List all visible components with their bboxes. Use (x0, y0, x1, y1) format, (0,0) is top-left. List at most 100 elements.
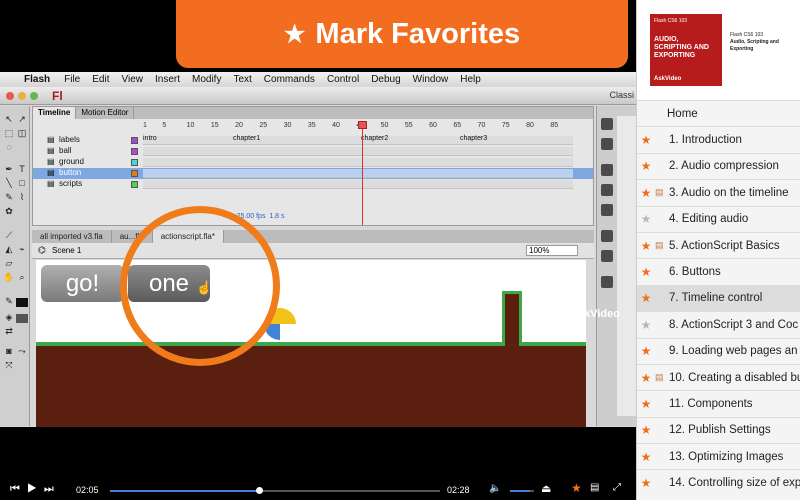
menu-edit[interactable]: Edit (92, 74, 109, 85)
stroke-swatch[interactable] (16, 298, 28, 307)
stage-go-button[interactable]: go! (41, 265, 124, 302)
zoom-select[interactable]: 100% (526, 245, 578, 256)
info-icon[interactable] (601, 184, 613, 196)
lesson-item[interactable]: ★ 12. Publish Settings (637, 416, 800, 443)
lesson-item[interactable]: ★ 13. Optimizing Images (637, 443, 800, 469)
fill-color-icon[interactable]: ◈ (3, 312, 15, 323)
pen-tool-icon[interactable]: ✒ (3, 164, 15, 175)
layer-frames[interactable] (143, 169, 573, 178)
lesson-item[interactable]: ★ 7. Timeline control (637, 284, 800, 312)
lesson-item[interactable]: ★ 8. ActionScript 3 and Coc (637, 311, 800, 337)
playhead-handle[interactable] (358, 121, 367, 129)
airplay-icon[interactable]: ⏏ (541, 482, 551, 495)
align-icon[interactable] (601, 164, 613, 176)
transform-icon[interactable] (601, 204, 613, 216)
close-window-button[interactable] (6, 92, 14, 100)
favorite-star-icon[interactable]: ★ (637, 397, 655, 411)
layer-frames[interactable] (143, 158, 573, 167)
frame-label[interactable]: intro (143, 135, 157, 142)
layer-name[interactable]: ground (59, 157, 84, 166)
zoom-tool-icon[interactable]: ⌕ (16, 272, 28, 283)
line-tool-icon[interactable]: ╲ (3, 178, 15, 189)
frame-label[interactable]: chapter1 (233, 135, 260, 142)
app-menu[interactable]: Flash (24, 74, 50, 85)
layer-row[interactable]: ▤ button (33, 168, 593, 179)
favorite-star-icon[interactable]: ★ (637, 212, 655, 226)
lesson-item[interactable]: ★ 11. Components (637, 390, 800, 416)
layer-color-swatch[interactable] (131, 137, 138, 144)
menu-window[interactable]: Window (413, 74, 449, 85)
lesson-item[interactable]: ★ 9. Loading web pages an (637, 337, 800, 364)
eyedropper-tool-icon[interactable]: ⌁ (16, 244, 28, 255)
attachment-icon[interactable]: ▤ (655, 240, 667, 251)
snap-magnet-icon[interactable]: ◙ (3, 346, 15, 357)
frame-label[interactable]: chapter2 (361, 135, 388, 142)
smooth-icon[interactable]: ⤳ (16, 346, 28, 357)
menu-insert[interactable]: Insert (155, 74, 180, 85)
deco-tool-icon[interactable]: ✿ (3, 206, 15, 217)
lesson-item[interactable]: ★ 2. Audio compression (637, 152, 800, 179)
lesson-item[interactable]: ★ 6. Buttons (637, 258, 800, 284)
minimize-window-button[interactable] (18, 92, 26, 100)
lasso-tool-icon[interactable]: ◌ (3, 142, 15, 153)
layer-row[interactable]: ▤ scripts (33, 179, 593, 190)
document-icon[interactable]: ▤ (590, 482, 599, 493)
layer-color-swatch[interactable] (131, 170, 138, 177)
brush-tool-icon[interactable]: ⌇ (16, 192, 28, 203)
library-icon[interactable] (601, 138, 613, 150)
layer-color-swatch[interactable] (131, 148, 138, 155)
lesson-item[interactable]: ★ 1. Introduction (637, 126, 800, 152)
layer-row[interactable]: ▤ ball (33, 146, 593, 157)
layer-name[interactable]: button (59, 168, 81, 177)
swap-colors-icon[interactable]: ⇄ (3, 326, 15, 337)
layer-name[interactable]: ball (59, 146, 71, 155)
menu-help[interactable]: Help (460, 74, 481, 85)
rectangle-tool-icon[interactable]: □ (16, 178, 28, 189)
attachment-icon[interactable]: ▤ (655, 187, 667, 198)
menu-control[interactable]: Control (327, 74, 359, 85)
favorite-star-icon[interactable]: ★ (637, 291, 655, 305)
layer-color-swatch[interactable] (131, 159, 138, 166)
favorite-star-icon[interactable]: ★ (637, 133, 655, 147)
layer-frames[interactable] (143, 147, 573, 156)
layer-name[interactable]: scripts (59, 179, 82, 188)
play-controls[interactable]: ⏮ ▶ ⏭ (10, 483, 56, 496)
menu-view[interactable]: View (121, 74, 143, 85)
lesson-item[interactable]: ★ 14. Controlling size of exp (637, 469, 800, 495)
favorite-star-icon[interactable]: ★ (637, 371, 655, 385)
menu-commands[interactable]: Commands (264, 74, 315, 85)
zoom-window-button[interactable] (30, 92, 38, 100)
layer-name[interactable]: labels (59, 135, 80, 144)
menu-modify[interactable]: Modify (192, 74, 221, 85)
frame-label[interactable]: chapter3 (460, 135, 487, 142)
swatches-icon[interactable] (601, 250, 613, 262)
fill-swatch[interactable] (16, 314, 28, 323)
favorite-star-icon[interactable]: ★ (637, 476, 655, 490)
eraser-tool-icon[interactable]: ▱ (3, 258, 15, 269)
lesson-item[interactable]: ★ ▤ 5. ActionScript Basics (637, 231, 800, 258)
progress-bar[interactable] (110, 487, 440, 494)
video-player[interactable]: Flash File Edit View Insert Modify Text … (0, 0, 636, 500)
layer-row[interactable]: ▤ ground (33, 157, 593, 168)
paint-bucket-tool-icon[interactable]: ◭ (3, 244, 15, 255)
lesson-item[interactable]: ★ ▤ 10. Creating a disabled bu (637, 363, 800, 390)
menu-text[interactable]: Text (233, 74, 251, 85)
layer-frames[interactable]: intro chapter1 chapter2 chapter3 (143, 135, 573, 145)
fullscreen-icon[interactable]: ⤢ (613, 482, 621, 493)
layer-color-swatch[interactable] (131, 181, 138, 188)
color-icon[interactable] (601, 230, 613, 242)
favorite-star-icon[interactable]: ★ (637, 450, 655, 464)
home-item[interactable]: Home (637, 100, 800, 126)
properties-icon[interactable] (601, 118, 613, 130)
favorite-star-icon[interactable]: ★ (637, 186, 655, 200)
favorite-star-icon[interactable]: ★ (637, 239, 655, 253)
pencil-tool-icon[interactable]: ✎ (3, 192, 15, 203)
layer-frames[interactable] (143, 180, 573, 189)
volume-icon[interactable]: 🔈 (489, 483, 501, 494)
bone-tool-icon[interactable]: ⟋ (3, 230, 15, 241)
favorite-star-icon[interactable]: ★ (637, 344, 655, 358)
lesson-item[interactable]: ★ 4. Editing audio (637, 205, 800, 232)
components-icon[interactable] (601, 276, 613, 288)
layer-row[interactable]: ▤ labels intro chapter1 chapter2 chapter3 (33, 135, 593, 146)
straighten-icon[interactable]: ⤧ (3, 360, 15, 371)
